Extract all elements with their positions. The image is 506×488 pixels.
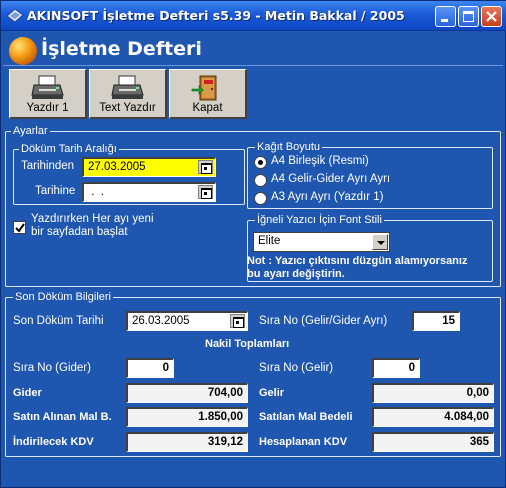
- new-page-label-line1: Yazdırırken Her ayı yeni: [31, 213, 154, 225]
- close-icon: [486, 11, 497, 22]
- sales-label: Satılan Mal Bedeli: [259, 411, 353, 423]
- printer-icon: [110, 75, 144, 99]
- maximize-icon: [463, 11, 474, 22]
- seq-separate-label: Sıra No (Gelir/Gider Ayrı): [259, 315, 388, 327]
- income-field[interactable]: 0,00: [372, 383, 494, 403]
- calendar-icon[interactable]: [230, 314, 245, 328]
- to-date-value: . .: [88, 186, 104, 198]
- font-style-group-label: İğneli Yazıcı İçin Font Stili: [255, 214, 384, 226]
- app-window: AKINSOFT İşletme Defteri s5.39 - Metin B…: [0, 0, 506, 488]
- income-label: Gelir: [259, 387, 285, 399]
- seq-income-label: Sıra No (Gelir): [259, 362, 334, 374]
- seq-expense-field[interactable]: 0: [126, 358, 174, 378]
- print-button-label: Yazdır 1: [26, 102, 69, 114]
- printer-icon: [30, 75, 64, 99]
- last-print-group-label: Son Döküm Bilgileri: [13, 291, 113, 303]
- from-date-field[interactable]: 27.03.2005: [82, 157, 216, 177]
- text-print-button-label: Text Yazdır: [99, 102, 156, 114]
- last-print-date-label: Son Döküm Tarihi: [13, 315, 104, 327]
- font-style-select[interactable]: Elite: [253, 232, 390, 252]
- font-note-line2: bu ayarı değiştirin.: [247, 268, 345, 280]
- checkmark-icon: [15, 223, 25, 233]
- from-date-value: 27.03.2005: [88, 161, 146, 173]
- date-range-group-label: Döküm Tarih Aralığı: [19, 143, 119, 155]
- font-style-value: Elite: [258, 235, 281, 247]
- purchases-label: Satın Alınan Mal B.: [13, 411, 112, 423]
- close-form-button-label: Kapat: [192, 102, 223, 114]
- last-print-date-value: 26.03.2005: [132, 315, 190, 327]
- settings-group-label: Ayarlar: [11, 125, 50, 137]
- maximize-button[interactable]: [458, 6, 479, 27]
- deductible-vat-field[interactable]: 319,12: [126, 432, 248, 452]
- expense-label: Gider: [13, 387, 42, 399]
- chevron-down-icon[interactable]: [372, 234, 388, 250]
- calendar-icon[interactable]: [198, 160, 213, 174]
- to-date-field[interactable]: . .: [82, 182, 216, 202]
- exit-door-icon: [191, 75, 216, 101]
- seq-income-field[interactable]: 0: [372, 358, 420, 378]
- new-page-label-line2: bir sayfadan başlat: [31, 226, 128, 238]
- app-logo-icon: [9, 37, 37, 65]
- page-title: İşletme Defteri: [41, 38, 202, 60]
- close-window-button[interactable]: [481, 6, 502, 27]
- seq-separate-field[interactable]: 15: [412, 311, 460, 331]
- window-title: AKINSOFT İşletme Defteri s5.39 - Metin B…: [27, 8, 405, 23]
- radio-a4-combined[interactable]: [254, 156, 267, 169]
- radio-a3-separate[interactable]: [254, 192, 267, 205]
- sales-field[interactable]: 4.084,00: [372, 407, 494, 427]
- transfer-totals-heading: Nakil Toplamları: [205, 338, 290, 350]
- paper-size-group-label: Kağıt Boyutu: [255, 141, 322, 153]
- purchases-field[interactable]: 1.850,00: [126, 407, 248, 427]
- header-divider: [3, 65, 503, 66]
- deductible-vat-label: İndirilecek KDV: [13, 436, 94, 448]
- to-date-label: Tarihine: [35, 185, 76, 197]
- calendar-icon[interactable]: [198, 185, 213, 199]
- expense-field[interactable]: 704,00: [126, 383, 248, 403]
- new-page-checkbox[interactable]: [13, 221, 26, 234]
- seq-expense-label: Sıra No (Gider): [13, 362, 91, 374]
- radio-a4-separate-label: A4 Gelir-Gider Ayrı Ayrı: [271, 173, 391, 185]
- radio-a4-combined-label: A4 Birleşik (Resmi): [271, 155, 369, 167]
- title-bar[interactable]: AKINSOFT İşletme Defteri s5.39 - Metin B…: [1, 1, 506, 31]
- text-print-button[interactable]: Text Yazdır: [89, 69, 167, 119]
- app-icon: [7, 9, 23, 22]
- calculated-vat-field[interactable]: 365: [372, 432, 494, 452]
- minimize-icon: [441, 19, 448, 22]
- calculated-vat-label: Hesaplanan KDV: [259, 436, 348, 448]
- close-form-button[interactable]: Kapat: [169, 69, 247, 119]
- minimize-button[interactable]: [435, 6, 456, 27]
- print-button[interactable]: Yazdır 1: [9, 69, 87, 119]
- from-date-label: Tarihinden: [21, 160, 75, 172]
- last-print-date-field[interactable]: 26.03.2005: [126, 311, 248, 331]
- font-note-line1: Not : Yazıcı çıktısını düzgün alamıyorsa…: [247, 255, 468, 267]
- radio-a4-separate[interactable]: [254, 174, 267, 187]
- radio-a3-separate-label: A3 Ayrı Ayrı (Yazdır 1): [271, 191, 384, 203]
